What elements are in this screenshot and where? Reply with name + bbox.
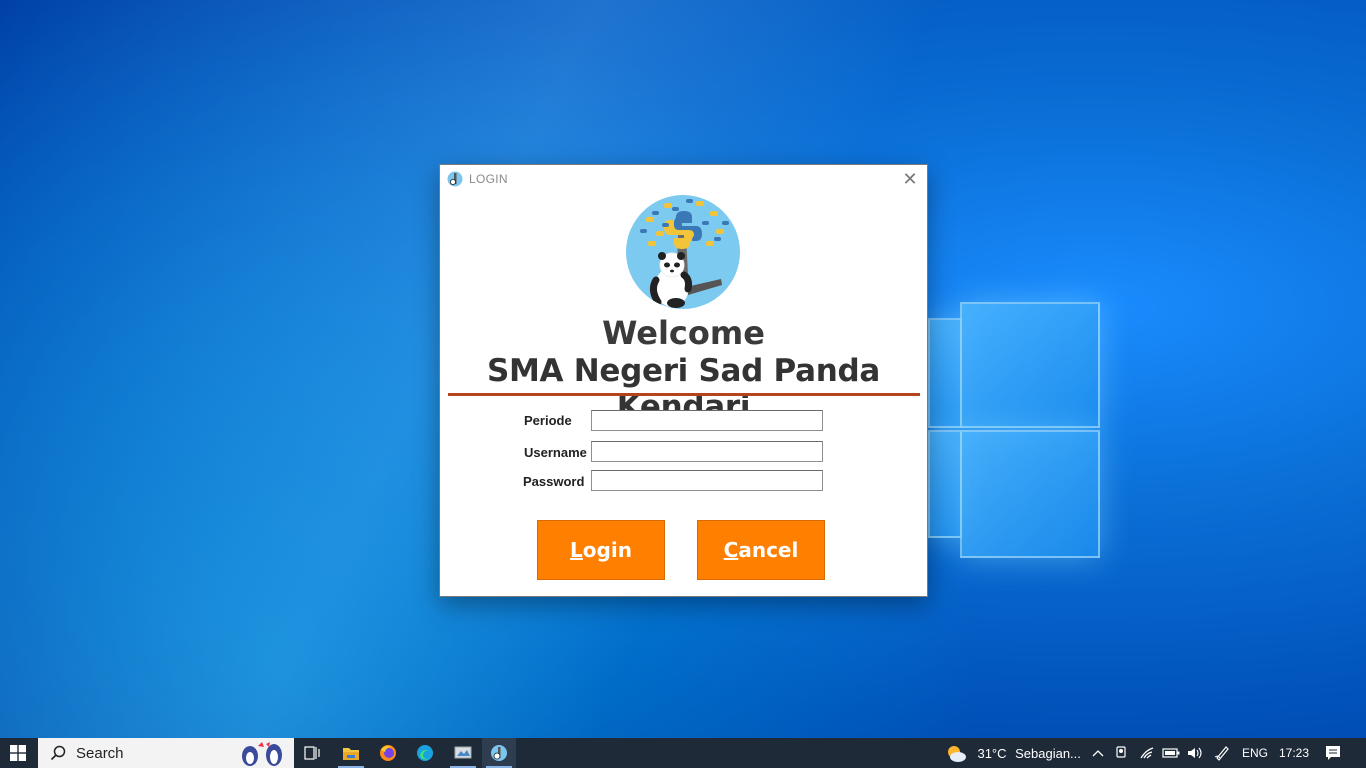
login-mnemonic: L — [570, 538, 583, 562]
password-label: Password — [523, 474, 585, 489]
cancel-label: ancel — [738, 538, 799, 562]
input-language-button[interactable]: ENG — [1238, 738, 1272, 768]
heading-divider — [448, 393, 920, 396]
periode-input[interactable] — [591, 410, 823, 431]
welcome-heading: Welcome — [602, 314, 765, 352]
login-dialog: LOGIN ✕ Welcome SMA Negeri Sad Panda Ken… — [439, 164, 928, 597]
search-icon — [50, 745, 66, 761]
action-center-button[interactable] — [1318, 738, 1348, 768]
app-icon — [454, 746, 472, 759]
chevron-up-icon — [1092, 750, 1104, 757]
show-hidden-icons-button[interactable] — [1090, 738, 1106, 768]
battery-button[interactable] — [1160, 738, 1182, 768]
weather-temp[interactable]: 31°C — [974, 738, 1010, 768]
search-placeholder: Search — [76, 744, 124, 762]
volume-icon — [1188, 747, 1202, 759]
task-view-icon — [304, 746, 320, 760]
weather-desc-text: Sebagian... — [1015, 745, 1081, 761]
weather-widget-icon-wrap[interactable] — [944, 738, 968, 768]
cancel-button[interactable]: Cancel — [697, 520, 825, 580]
wallpaper-logo-pane — [928, 318, 962, 428]
taskbar: Search 31°C Sebagian... ENG 17:23 — [0, 738, 1366, 768]
clock-text: 17:23 — [1278, 746, 1310, 760]
login-button[interactable]: Login — [537, 520, 665, 580]
wallpaper-logo-pane — [960, 430, 1100, 558]
username-label: Username — [524, 445, 587, 460]
app-logo-icon — [447, 171, 463, 187]
firefox-button[interactable] — [372, 738, 404, 768]
cancel-mnemonic: C — [723, 538, 739, 562]
python-app-button[interactable] — [482, 738, 516, 768]
dialog-title: LOGIN — [469, 172, 508, 186]
webcam-icon — [1116, 746, 1126, 758]
taskbar-search-box[interactable]: Search — [38, 738, 294, 768]
language-text: ENG — [1241, 746, 1268, 760]
edge-icon — [417, 745, 433, 761]
weather-description[interactable]: Sebagian... — [1012, 738, 1084, 768]
file-explorer-button[interactable] — [334, 738, 368, 768]
periode-label: Periode — [524, 413, 572, 428]
password-input[interactable] — [591, 470, 823, 491]
meet-now-button[interactable] — [1112, 738, 1132, 768]
pen-icon — [1214, 746, 1229, 761]
wallpaper-logo-pane — [960, 302, 1100, 428]
close-icon: ✕ — [902, 168, 918, 189]
notification-icon — [1326, 746, 1340, 760]
login-label: ogin — [582, 538, 632, 562]
pen-workspace-button[interactable] — [1210, 738, 1234, 768]
weather-temp-text: 31°C — [977, 745, 1007, 761]
app-button[interactable] — [446, 738, 480, 768]
weather-partly-cloudy-icon — [948, 746, 966, 762]
clock-button[interactable]: 17:23 — [1274, 738, 1314, 768]
file-explorer-icon — [343, 748, 359, 760]
firefox-icon — [380, 745, 396, 761]
wifi-icon — [1140, 747, 1154, 759]
dialog-titlebar[interactable]: LOGIN ✕ — [440, 165, 927, 193]
python-app-icon — [491, 745, 507, 761]
edge-button[interactable] — [408, 738, 442, 768]
volume-button[interactable] — [1184, 738, 1206, 768]
school-logo — [626, 195, 740, 309]
network-button[interactable] — [1136, 738, 1158, 768]
windows-start-icon — [10, 745, 26, 761]
task-view-button[interactable] — [298, 738, 326, 768]
close-button[interactable]: ✕ — [893, 165, 927, 193]
battery-icon — [1162, 748, 1180, 758]
start-button[interactable] — [0, 738, 36, 768]
wallpaper-logo-pane — [928, 430, 962, 538]
search-highlight-penguins-icon — [242, 742, 282, 766]
username-input[interactable] — [591, 441, 823, 462]
